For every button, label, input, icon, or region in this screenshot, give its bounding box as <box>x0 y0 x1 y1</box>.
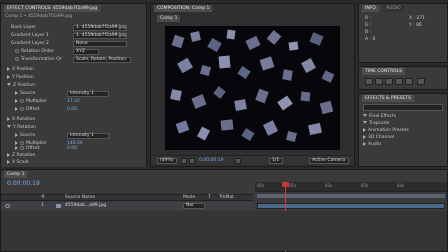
playhead-handle[interactable] <box>282 182 289 187</box>
layer-path: Comp 1 • 4559dab7f2a99.jpg <box>5 14 73 19</box>
ruler-label: 00s <box>257 183 265 188</box>
composition-viewer[interactable] <box>165 26 340 150</box>
z-offset-value[interactable]: 0.00 <box>67 106 77 113</box>
info-r: R : <box>365 16 372 21</box>
collapse-arrow-icon[interactable] <box>7 83 11 86</box>
x-rotation-group[interactable]: X Rotation <box>7 116 35 123</box>
resolution-dropdown[interactable]: 1/1 <box>269 158 283 164</box>
effects-item-animation-presets[interactable]: Animation Presets <box>363 127 409 134</box>
rotation-order-label: Rotation Order <box>15 48 54 55</box>
col-t: T <box>208 195 211 200</box>
layer-row[interactable]: 1 4559dab...a99.jpg Nor <box>1 202 253 210</box>
audio-tab[interactable]: AUDIO <box>383 5 404 12</box>
y-position-group[interactable]: Y Position <box>7 74 34 81</box>
effects-search-input[interactable] <box>363 104 443 111</box>
effects-item-trapcode[interactable]: Trapcode <box>363 120 389 127</box>
info-x: X : 271 <box>409 16 426 21</box>
z-offset-label: Offset <box>15 106 40 113</box>
camera-icon[interactable] <box>235 158 241 164</box>
info-y: Y : 86 <box>409 23 422 28</box>
composition-tab[interactable]: COMPOSITION: Comp 1 <box>154 5 213 12</box>
z-position-group[interactable]: Z Position <box>7 82 35 89</box>
transformation-order-dropdown[interactable]: Scale, Rotate, Position <box>73 57 131 63</box>
prev-frame-button[interactable] <box>375 78 383 85</box>
info-b: B : <box>365 30 372 35</box>
info-a: A : 0 <box>365 37 376 42</box>
effects-item-3d-channel[interactable]: 3D Channel <box>363 134 394 141</box>
rotation-order-dropdown[interactable]: XYZ <box>73 49 99 55</box>
effect-controls-overflow: Offset 0.00 Z Rotation X Scale <box>0 145 147 167</box>
y-offset-value[interactable]: 0.00 <box>67 145 77 152</box>
snapshot-button[interactable] <box>189 158 195 164</box>
image-icon <box>56 204 61 208</box>
stopwatch-icon[interactable] <box>15 56 19 61</box>
first-frame-button[interactable] <box>365 78 373 85</box>
x-scale-group[interactable]: X Scale <box>7 159 29 166</box>
x-position-group[interactable]: X Position <box>7 66 34 73</box>
back-layer-label: Back Layer <box>11 25 36 30</box>
play-button[interactable] <box>385 78 393 85</box>
effect-controls-panel: EFFECT CONTROLS: 4559dab7f2a99.jpg Comp … <box>0 3 147 147</box>
back-layer-dropdown[interactable]: 1. 4559dab7f2a99.jpg <box>73 25 127 31</box>
gradient-layer2-dropdown[interactable]: None <box>73 41 127 47</box>
timeline-column-headers: # Source Name Mode T TrkMat <box>1 194 253 201</box>
y-rotation-group[interactable]: Y Rotation <box>7 124 36 131</box>
last-frame-button[interactable] <box>405 78 413 85</box>
gradient-layer1-dropdown[interactable]: 1. 4559dab7f2a99.jpg <box>73 33 127 39</box>
info-tab[interactable]: INFO <box>362 5 379 12</box>
grid-toggle-button[interactable] <box>181 158 187 164</box>
time-controls-tab[interactable]: TIME CONTROLS <box>362 68 406 75</box>
time-controls-panel: TIME CONTROLS <box>358 66 448 90</box>
gradient-layer1-label: Gradient Layer 1 <box>11 33 49 38</box>
layer-name[interactable]: 4559dab...a99.jpg <box>65 202 106 209</box>
comp1-subtab[interactable]: Comp 1 <box>157 15 181 22</box>
timeline-empty-area <box>1 211 447 251</box>
effects-presets-panel: EFFECTS & PRESETS Final Effects Trapcode… <box>358 93 448 167</box>
composition-footer: (49%) 0;00;00;19 1/1 Active Camera <box>151 155 354 165</box>
expand-arrow-icon[interactable] <box>7 66 10 71</box>
ruler-label: 04s <box>397 183 405 188</box>
info-panel: INFO AUDIO R : G : B : A : 0 X : 271 Y :… <box>358 3 448 63</box>
timeline-tab[interactable]: Comp 1 <box>4 171 28 178</box>
y-offset-label: Offset <box>15 145 40 152</box>
z-source-label: Source <box>15 90 35 97</box>
ruler-label: 03s <box>361 183 369 188</box>
effect-controls-tab[interactable]: EFFECT CONTROLS: 4559dab7f2a99.jpg <box>4 5 101 12</box>
timeline-timecode[interactable]: 0;00;00;19 <box>7 180 40 187</box>
z-source-dropdown[interactable]: Intensity 1 <box>67 91 109 97</box>
z-multiplier-value[interactable]: 17.42 <box>67 98 80 105</box>
zoom-dropdown[interactable]: (49%) <box>157 158 177 164</box>
col-source-name: Source Name <box>65 195 96 200</box>
next-frame-button[interactable] <box>395 78 403 85</box>
col-mode: Mode <box>183 195 196 200</box>
eye-icon[interactable] <box>5 204 10 208</box>
ruler-label: 02s <box>325 183 333 188</box>
effects-item-audio[interactable]: Audio <box>363 141 381 148</box>
composition-timecode[interactable]: 0;00;00;19 <box>199 157 224 164</box>
y-source-label: Source <box>15 132 35 139</box>
y-source-dropdown[interactable]: Intensity 1 <box>67 133 109 139</box>
ram-preview-button[interactable] <box>417 78 425 85</box>
info-g: G : <box>365 23 372 28</box>
timeline-panel: Comp 1 0;00;00;19 # Source Name Mode T T… <box>0 169 448 252</box>
layer-mode-dropdown[interactable]: Nor <box>183 203 205 209</box>
composition-panel: COMPOSITION: Comp 1 Comp 1 (49%) 0;00;00… <box>150 3 355 167</box>
effects-presets-tab[interactable]: EFFECTS & PRESETS <box>362 95 414 102</box>
transformation-order-label: Transformation Or <box>15 56 62 63</box>
effects-item-final-effects[interactable]: Final Effects <box>363 113 396 120</box>
layer-num: 1 <box>41 203 44 208</box>
z-multiplier-label: Multiplier <box>15 98 47 105</box>
expand-arrow-icon[interactable] <box>7 74 10 79</box>
gradient-layer2-label: Gradient Layer 2 <box>11 41 49 46</box>
ruler-label: 01s <box>289 183 297 188</box>
z-rotation-group[interactable]: Z Rotation <box>7 152 35 159</box>
stopwatch-icon[interactable] <box>15 48 19 53</box>
col-trkmat: TrkMat <box>219 195 234 200</box>
col-num: # <box>41 195 45 200</box>
active-camera-dropdown[interactable]: Active Camera <box>309 158 349 164</box>
